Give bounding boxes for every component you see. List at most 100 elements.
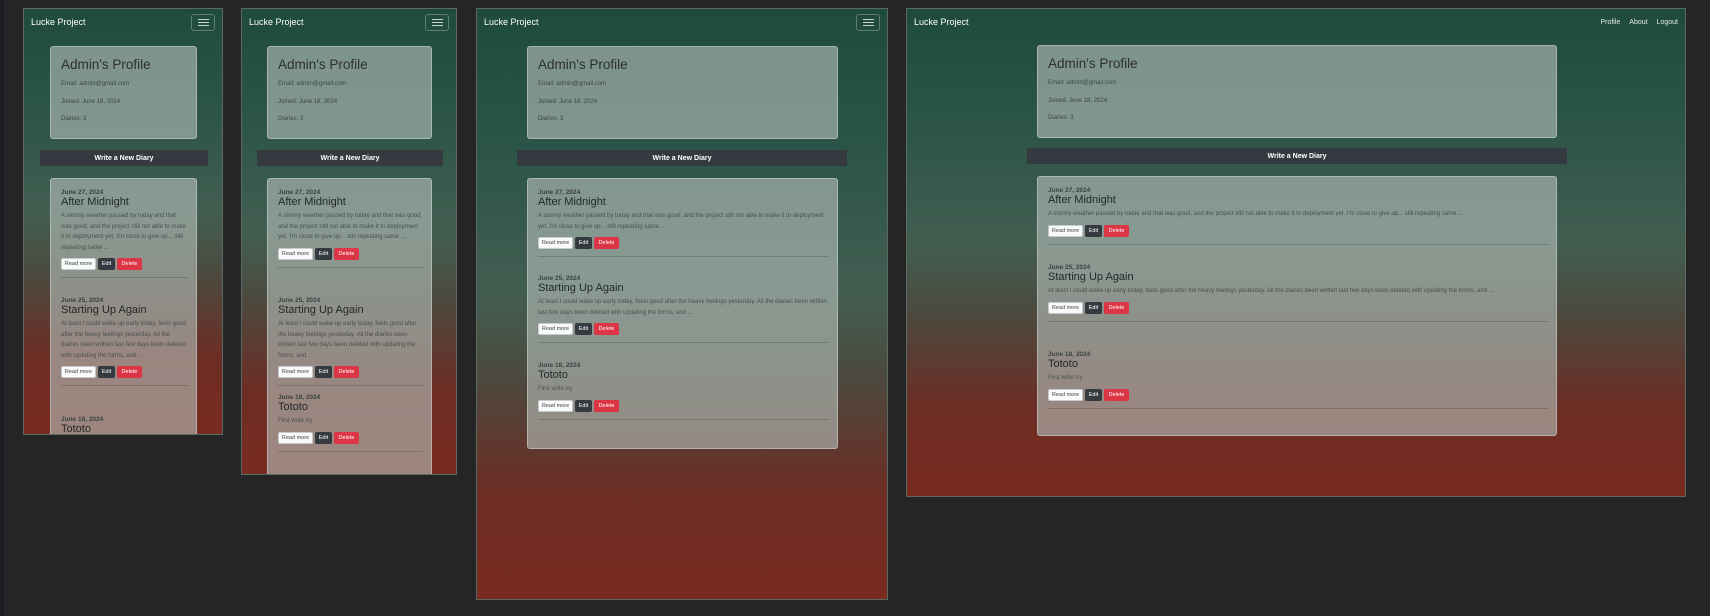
diary-list-card: June 27, 2024 After Midnight A stormy we… <box>1037 176 1557 436</box>
read-more-button[interactable]: Read more <box>1048 301 1083 314</box>
hamburger-menu-icon[interactable] <box>425 13 449 31</box>
write-diary-button[interactable]: Write a New Diary <box>257 150 443 166</box>
edit-button[interactable]: Edit <box>315 366 332 378</box>
edit-button[interactable]: Edit <box>315 247 332 260</box>
profile-card: Admin's Profile Email: admin@gmail.com J… <box>527 46 838 139</box>
divider <box>538 342 829 343</box>
navbar-brand[interactable]: Lucke Project <box>484 17 539 27</box>
read-more-button[interactable]: Read more <box>61 258 96 270</box>
read-more-button[interactable]: Read more <box>538 237 573 249</box>
delete-button[interactable]: Delete <box>334 366 359 378</box>
navbar-brand[interactable]: Lucke Project <box>914 17 969 27</box>
navbar: Lucke Project <box>477 9 887 35</box>
diary-title: After Midnight <box>1048 194 1116 206</box>
divider <box>61 385 188 386</box>
profile-title: Admin's Profile <box>1048 56 1138 71</box>
delete-button[interactable]: Delete <box>1104 224 1129 237</box>
diary-title: Starting Up Again <box>1048 271 1134 283</box>
navbar: Lucke Project <box>24 9 222 35</box>
diary-snippet: First write try <box>1048 375 1083 381</box>
diary-title: After Midnight <box>278 196 346 208</box>
divider <box>538 256 829 257</box>
diary-entry: June 18, 2024 Tototo First write try Rea… <box>278 394 423 452</box>
navbar-brand[interactable]: Lucke Project <box>31 17 86 27</box>
delete-button[interactable]: Delete <box>594 237 619 249</box>
diary-date: June 27, 2024 <box>538 189 581 196</box>
read-more-button[interactable]: Read more <box>1048 224 1083 237</box>
profile-title: Admin's Profile <box>61 57 151 72</box>
diary-date: June 25, 2024 <box>61 297 104 304</box>
nav-link-about[interactable]: About <box>1629 19 1647 26</box>
profile-title: Admin's Profile <box>538 57 628 72</box>
nav-link-logout[interactable]: Logout <box>1657 19 1678 26</box>
diary-title: Tototo <box>538 369 568 381</box>
read-more-button[interactable]: Read more <box>278 431 313 444</box>
navbar: Lucke Project <box>242 9 456 35</box>
nav-links: Profile About Logout <box>1600 19 1678 26</box>
edit-button[interactable]: Edit <box>315 431 332 444</box>
edit-button[interactable]: Edit <box>575 323 592 335</box>
divider <box>278 450 423 452</box>
diary-date: June 18, 2024 <box>278 394 321 401</box>
delete-button[interactable]: Delete <box>1104 301 1129 314</box>
divider <box>61 277 188 278</box>
profile-email: Email: admin@gmail.com <box>1048 80 1117 86</box>
read-more-button[interactable]: Read more <box>538 399 573 412</box>
diary-title: Starting Up Again <box>278 304 364 316</box>
diary-list-card: June 27, 2024 After Midnight A stormy we… <box>267 178 432 474</box>
viewport-frame-desktop: Lucke Project Profile About Logout Admin… <box>906 8 1686 497</box>
edit-button[interactable]: Edit <box>98 366 115 378</box>
read-more-button[interactable]: Read more <box>61 366 96 378</box>
hamburger-menu-icon[interactable] <box>191 13 215 31</box>
diary-entry: June 25, 2024 Starting Up Again At least… <box>1048 264 1548 322</box>
profile-joined: Joined: June 18, 2024 <box>278 99 338 105</box>
profile-email: Email: admin@gmail.com <box>538 81 607 87</box>
delete-button[interactable]: Delete <box>1104 388 1129 401</box>
profile-diaries-count: Diaries: 3 <box>1048 115 1074 121</box>
delete-button[interactable]: Delete <box>334 247 359 260</box>
diary-entry: June 25, 2024 Starting Up Again At least… <box>61 297 188 386</box>
diary-snippet: At least I could wake up early today, fe… <box>538 299 828 316</box>
diary-entry: June 27, 2024 After Midnight A stormy we… <box>1048 187 1548 245</box>
edit-button[interactable]: Edit <box>575 399 592 412</box>
profile-email: Email: admin@gmail.com <box>61 81 130 87</box>
read-more-button[interactable]: Read more <box>1048 388 1083 401</box>
hamburger-menu-icon[interactable] <box>856 13 880 31</box>
diary-entry: June 18, 2024 Tototo First write try <box>61 416 188 434</box>
delete-button[interactable]: Delete <box>117 366 142 378</box>
navbar-brand[interactable]: Lucke Project <box>249 17 304 27</box>
divider <box>278 266 423 268</box>
write-diary-button[interactable]: Write a New Diary <box>517 150 847 166</box>
write-diary-button[interactable]: Write a New Diary <box>1027 148 1567 164</box>
delete-button[interactable]: Delete <box>594 323 619 335</box>
divider <box>1048 320 1548 322</box>
edit-button[interactable]: Edit <box>1085 301 1102 314</box>
diary-list-card: June 27, 2024 After Midnight A stormy we… <box>527 178 838 449</box>
edit-button[interactable]: Edit <box>1085 224 1102 237</box>
edit-button[interactable]: Edit <box>1085 388 1102 401</box>
profile-diaries-count: Diaries: 3 <box>538 116 564 122</box>
diary-title: After Midnight <box>538 196 606 208</box>
diary-date: June 25, 2024 <box>538 275 581 282</box>
diary-title: Tototo <box>1048 358 1078 370</box>
diary-date: June 25, 2024 <box>1048 264 1091 271</box>
diary-snippet: First write try <box>278 418 313 424</box>
diary-date: June 27, 2024 <box>61 189 104 196</box>
diary-entry: June 25, 2024 Starting Up Again At least… <box>278 297 423 386</box>
read-more-button[interactable]: Read more <box>278 247 313 260</box>
write-diary-button[interactable]: Write a New Diary <box>40 150 208 166</box>
read-more-button[interactable]: Read more <box>538 323 573 335</box>
viewport-frame-tablet: Lucke Project Admin's Profile Email: adm… <box>476 8 888 600</box>
diary-date: June 27, 2024 <box>1048 187 1091 194</box>
delete-button[interactable]: Delete <box>594 399 619 412</box>
window-edge <box>0 0 4 616</box>
nav-link-profile[interactable]: Profile <box>1600 19 1620 26</box>
edit-button[interactable]: Edit <box>575 237 592 249</box>
delete-button[interactable]: Delete <box>334 431 359 444</box>
profile-joined: Joined: June 18, 2024 <box>61 99 121 105</box>
delete-button[interactable]: Delete <box>117 258 142 270</box>
read-more-button[interactable]: Read more <box>278 366 313 378</box>
edit-button[interactable]: Edit <box>98 258 115 270</box>
diary-snippet: A stormy weather passed by today and tha… <box>538 213 824 230</box>
viewport-frame-mobile: Lucke Project Admin's Profile Email: adm… <box>241 8 457 475</box>
